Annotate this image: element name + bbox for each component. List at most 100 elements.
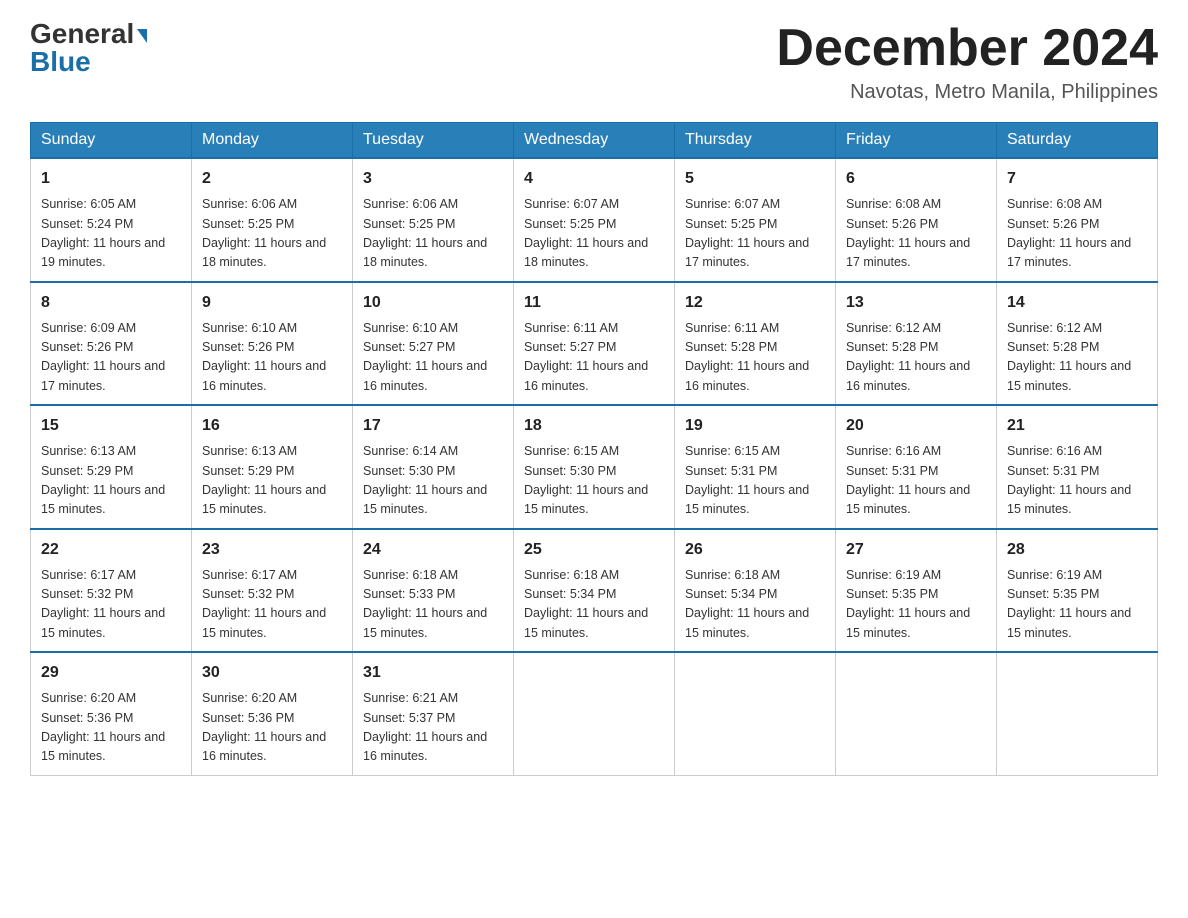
day-number: 6 (846, 167, 986, 191)
calendar-cell: 6 Sunrise: 6:08 AMSunset: 5:26 PMDaylight… (836, 158, 997, 282)
day-info: Sunrise: 6:07 AMSunset: 5:25 PMDaylight:… (524, 195, 664, 273)
calendar-cell: 13Sunrise: 6:12 AMSunset: 5:28 PMDayligh… (836, 282, 997, 406)
calendar-cell: 29 Sunrise: 6:20 AMSunset: 5:36 PMDayligh… (31, 652, 192, 775)
day-info: Sunrise: 6:17 AMSunset: 5:32 PMDaylight:… (202, 566, 342, 644)
day-number: 19 (685, 414, 825, 438)
day-info: Sunrise: 6:15 AMSunset: 5:30 PMDaylight:… (524, 442, 664, 520)
day-info: Sunrise: 6:21 AMSunset: 5:37 PMDaylight:… (363, 689, 503, 767)
day-number: 10 (363, 291, 503, 315)
day-number: 29 (41, 661, 181, 685)
day-info: Sunrise: 6:06 AMSunset: 5:25 PMDaylight:… (202, 195, 342, 273)
calendar-cell: 10 Sunrise: 6:10 AMSunset: 5:27 PMDayligh… (353, 282, 514, 406)
day-info: Sunrise: 6:13 AMSunset: 5:29 PMDaylight:… (202, 442, 342, 520)
calendar-cell: 9 Sunrise: 6:10 AMSunset: 5:26 PMDaylight… (192, 282, 353, 406)
day-number: 20 (846, 414, 986, 438)
calendar-cell: 20 Sunrise: 6:16 AMSunset: 5:31 PMDayligh… (836, 405, 997, 529)
day-number: 8 (41, 291, 181, 315)
calendar-cell: 23 Sunrise: 6:17 AMSunset: 5:32 PMDayligh… (192, 529, 353, 653)
calendar-cell: 21 Sunrise: 6:16 AMSunset: 5:31 PMDayligh… (997, 405, 1158, 529)
day-number: 11 (524, 291, 664, 315)
day-info: Sunrise: 6:16 AMSunset: 5:31 PMDaylight:… (1007, 442, 1147, 520)
day-number: 25 (524, 538, 664, 562)
day-number: 9 (202, 291, 342, 315)
day-info: Sunrise: 6:08 AMSunset: 5:26 PMDaylight:… (1007, 195, 1147, 273)
day-number: 17 (363, 414, 503, 438)
page-header: General Blue December 2024 Navotas, Metr… (30, 20, 1158, 104)
day-number: 26 (685, 538, 825, 562)
logo-blue-text: Blue (30, 48, 91, 76)
day-info: Sunrise: 6:14 AMSunset: 5:30 PMDaylight:… (363, 442, 503, 520)
day-info: Sunrise: 6:20 AMSunset: 5:36 PMDaylight:… (41, 689, 181, 767)
calendar-cell: 30Sunrise: 6:20 AMSunset: 5:36 PMDayligh… (192, 652, 353, 775)
day-info: Sunrise: 6:12 AMSunset: 5:28 PMDaylight:… (1007, 319, 1147, 397)
calendar-table: SundayMondayTuesdayWednesdayThursdayFrid… (30, 122, 1158, 776)
week-row-3: 15 Sunrise: 6:13 AMSunset: 5:29 PMDayligh… (31, 405, 1158, 529)
day-info: Sunrise: 6:19 AMSunset: 5:35 PMDaylight:… (846, 566, 986, 644)
calendar-cell: 22 Sunrise: 6:17 AMSunset: 5:32 PMDayligh… (31, 529, 192, 653)
day-number: 24 (363, 538, 503, 562)
day-info: Sunrise: 6:05 AMSunset: 5:24 PMDaylight:… (41, 195, 181, 273)
day-info: Sunrise: 6:18 AMSunset: 5:33 PMDaylight:… (363, 566, 503, 644)
weekday-header-sunday: Sunday (31, 123, 192, 159)
weekday-header-friday: Friday (836, 123, 997, 159)
day-number: 5 (685, 167, 825, 191)
weekday-header-monday: Monday (192, 123, 353, 159)
weekday-header-tuesday: Tuesday (353, 123, 514, 159)
day-number: 22 (41, 538, 181, 562)
calendar-cell: 18 Sunrise: 6:15 AMSunset: 5:30 PMDayligh… (514, 405, 675, 529)
day-info: Sunrise: 6:17 AMSunset: 5:32 PMDaylight:… (41, 566, 181, 644)
day-info: Sunrise: 6:10 AMSunset: 5:26 PMDaylight:… (202, 319, 342, 397)
month-title: December 2024 (776, 20, 1158, 77)
day-info: Sunrise: 6:10 AMSunset: 5:27 PMDaylight:… (363, 319, 503, 397)
day-info: Sunrise: 6:09 AMSunset: 5:26 PMDaylight:… (41, 319, 181, 397)
day-number: 14 (1007, 291, 1147, 315)
day-info: Sunrise: 6:11 AMSunset: 5:28 PMDaylight:… (685, 319, 825, 397)
calendar-cell (836, 652, 997, 775)
day-number: 12 (685, 291, 825, 315)
weekday-header-thursday: Thursday (675, 123, 836, 159)
day-info: Sunrise: 6:19 AMSunset: 5:35 PMDaylight:… (1007, 566, 1147, 644)
calendar-cell: 4Sunrise: 6:07 AMSunset: 5:25 PMDaylight… (514, 158, 675, 282)
calendar-cell: 2 Sunrise: 6:06 AMSunset: 5:25 PMDaylight… (192, 158, 353, 282)
day-number: 27 (846, 538, 986, 562)
day-info: Sunrise: 6:07 AMSunset: 5:25 PMDaylight:… (685, 195, 825, 273)
calendar-cell: 15 Sunrise: 6:13 AMSunset: 5:29 PMDayligh… (31, 405, 192, 529)
day-number: 21 (1007, 414, 1147, 438)
day-info: Sunrise: 6:08 AMSunset: 5:26 PMDaylight:… (846, 195, 986, 273)
title-block: December 2024 Navotas, Metro Manila, Phi… (776, 20, 1158, 104)
calendar-cell: 17 Sunrise: 6:14 AMSunset: 5:30 PMDayligh… (353, 405, 514, 529)
day-info: Sunrise: 6:11 AMSunset: 5:27 PMDaylight:… (524, 319, 664, 397)
day-number: 15 (41, 414, 181, 438)
day-info: Sunrise: 6:18 AMSunset: 5:34 PMDaylight:… (524, 566, 664, 644)
day-number: 2 (202, 167, 342, 191)
calendar-cell: 3 Sunrise: 6:06 AMSunset: 5:25 PMDaylight… (353, 158, 514, 282)
calendar-cell: 1Sunrise: 6:05 AMSunset: 5:24 PMDaylight… (31, 158, 192, 282)
day-info: Sunrise: 6:18 AMSunset: 5:34 PMDaylight:… (685, 566, 825, 644)
weekday-header-wednesday: Wednesday (514, 123, 675, 159)
calendar-cell: 12 Sunrise: 6:11 AMSunset: 5:28 PMDayligh… (675, 282, 836, 406)
day-number: 7 (1007, 167, 1147, 191)
calendar-cell (675, 652, 836, 775)
logo-triangle-icon (137, 29, 147, 43)
day-number: 28 (1007, 538, 1147, 562)
logo-general-text: General (30, 20, 147, 48)
day-number: 3 (363, 167, 503, 191)
day-number: 18 (524, 414, 664, 438)
day-number: 13 (846, 291, 986, 315)
day-info: Sunrise: 6:20 AMSunset: 5:36 PMDaylight:… (202, 689, 342, 767)
calendar-cell (514, 652, 675, 775)
calendar-cell: 24 Sunrise: 6:18 AMSunset: 5:33 PMDayligh… (353, 529, 514, 653)
day-info: Sunrise: 6:06 AMSunset: 5:25 PMDaylight:… (363, 195, 503, 273)
calendar-cell: 16Sunrise: 6:13 AMSunset: 5:29 PMDayligh… (192, 405, 353, 529)
calendar-cell: 25 Sunrise: 6:18 AMSunset: 5:34 PMDayligh… (514, 529, 675, 653)
day-number: 23 (202, 538, 342, 562)
day-info: Sunrise: 6:13 AMSunset: 5:29 PMDaylight:… (41, 442, 181, 520)
weekday-header-row: SundayMondayTuesdayWednesdayThursdayFrid… (31, 123, 1158, 159)
calendar-cell (997, 652, 1158, 775)
calendar-cell: 7 Sunrise: 6:08 AMSunset: 5:26 PMDaylight… (997, 158, 1158, 282)
calendar-cell: 5 Sunrise: 6:07 AMSunset: 5:25 PMDaylight… (675, 158, 836, 282)
calendar-cell: 28 Sunrise: 6:19 AMSunset: 5:35 PMDayligh… (997, 529, 1158, 653)
week-row-5: 29 Sunrise: 6:20 AMSunset: 5:36 PMDayligh… (31, 652, 1158, 775)
day-number: 31 (363, 661, 503, 685)
day-info: Sunrise: 6:16 AMSunset: 5:31 PMDaylight:… (846, 442, 986, 520)
